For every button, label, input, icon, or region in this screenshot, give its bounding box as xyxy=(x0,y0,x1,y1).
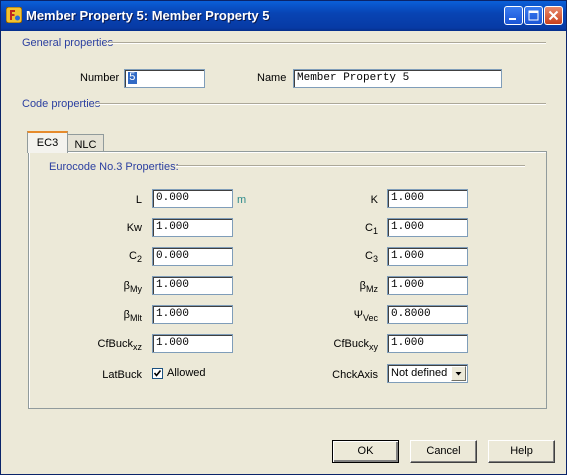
number-value: 5 xyxy=(128,72,137,84)
kw-input[interactable]: 1.000 xyxy=(152,218,233,237)
number-input[interactable]: 5 xyxy=(124,69,205,88)
beta-mz-label: βMz xyxy=(297,280,378,294)
cfbuck-xz-label: CfBuckxz xyxy=(61,338,142,352)
name-label: Name xyxy=(257,72,287,84)
help-button[interactable]: Help xyxy=(488,440,555,463)
beta-my-label: βMy xyxy=(61,280,142,294)
beta-mlt-label: βMlt xyxy=(61,309,142,323)
psi-vec-label-sub: Vec xyxy=(362,313,378,323)
c1-label-sub: 1 xyxy=(372,226,378,236)
c2-label-main: C xyxy=(129,250,137,262)
chckaxis-selected-value: Not defined xyxy=(391,367,448,379)
close-icon xyxy=(548,10,559,21)
c3-label: C3 xyxy=(297,250,378,264)
chevron-down-icon xyxy=(455,372,462,376)
cfbuck-xy-label-sub: xy xyxy=(369,342,378,352)
app-icon xyxy=(6,7,22,23)
maximize-button[interactable] xyxy=(524,6,543,25)
k-input[interactable]: 1.000 xyxy=(387,189,468,208)
eurocode-properties-divider xyxy=(176,165,525,167)
cfbuck-xy-input[interactable]: 1.000 xyxy=(387,334,468,353)
cfbuck-xz-label-main: CfBuck xyxy=(97,338,133,350)
tab-ec3[interactable]: EC3 xyxy=(27,131,68,153)
psi-vec-input[interactable]: 0.8000 xyxy=(387,305,468,324)
ok-button[interactable]: OK xyxy=(332,440,399,463)
k-label: K xyxy=(370,194,378,206)
checkmark-icon xyxy=(153,370,162,377)
c1-input[interactable]: 1.000 xyxy=(387,218,468,237)
general-properties-heading: General properties xyxy=(22,37,114,49)
cfbuck-xz-label-sub: xz xyxy=(133,342,142,352)
dialog-window: Member Property 5: Member Property 5 Gen… xyxy=(0,0,567,475)
c1-label: C1 xyxy=(297,222,378,236)
c2-input[interactable]: 0.000 xyxy=(152,247,233,266)
general-properties-divider xyxy=(106,42,546,44)
psi-vec-label-main: Ψ xyxy=(353,309,363,321)
beta-my-input[interactable]: 1.000 xyxy=(152,276,233,295)
code-properties-divider xyxy=(96,103,546,105)
window-title: Member Property 5: Member Property 5 xyxy=(26,8,270,23)
name-input[interactable]: Member Property 5 xyxy=(293,69,502,88)
number-label: Number xyxy=(80,72,120,84)
eurocode-properties-heading: Eurocode No.3 Properties: xyxy=(49,161,179,173)
kw-label: Kw xyxy=(126,222,142,234)
cfbuck-xz-input[interactable]: 1.000 xyxy=(152,334,233,353)
minimize-icon xyxy=(509,18,516,20)
title-bar[interactable]: Member Property 5: Member Property 5 xyxy=(1,1,566,31)
cfbuck-xy-label-main: CfBuck xyxy=(333,338,369,350)
maximize-icon xyxy=(528,10,539,21)
latbuck-checkbox[interactable] xyxy=(152,368,163,379)
cfbuck-xy-label: CfBuckxy xyxy=(297,338,378,352)
code-properties-heading: Code properties xyxy=(22,98,101,110)
beta-mlt-label-sub: Mlt xyxy=(130,313,142,323)
dropdown-arrow-button[interactable] xyxy=(451,366,466,381)
close-button[interactable] xyxy=(544,6,563,25)
chckaxis-label: ChckAxis xyxy=(332,369,378,381)
beta-my-label-sub: My xyxy=(130,284,142,294)
beta-mlt-input[interactable]: 1.000 xyxy=(152,305,233,324)
l-input[interactable]: 0.000 xyxy=(152,189,233,208)
cancel-button[interactable]: Cancel xyxy=(410,440,477,463)
c2-label: C2 xyxy=(61,250,142,264)
l-unit: m xyxy=(237,194,247,206)
c3-label-main: C xyxy=(365,250,373,262)
c3-label-sub: 3 xyxy=(372,254,378,264)
c3-input[interactable]: 1.000 xyxy=(387,247,468,266)
minimize-button[interactable] xyxy=(504,6,523,25)
latbuck-checkbox-label[interactable]: Allowed xyxy=(167,367,206,379)
c2-label-sub: 2 xyxy=(136,254,142,264)
psi-vec-label: ΨVec xyxy=(297,309,378,323)
l-label: L xyxy=(135,194,142,206)
chckaxis-dropdown[interactable]: Not defined xyxy=(387,364,468,383)
beta-mz-label-sub: Mz xyxy=(366,284,378,294)
c1-label-main: C xyxy=(365,222,373,234)
latbuck-label: LatBuck xyxy=(102,369,142,381)
beta-mz-input[interactable]: 1.000 xyxy=(387,276,468,295)
